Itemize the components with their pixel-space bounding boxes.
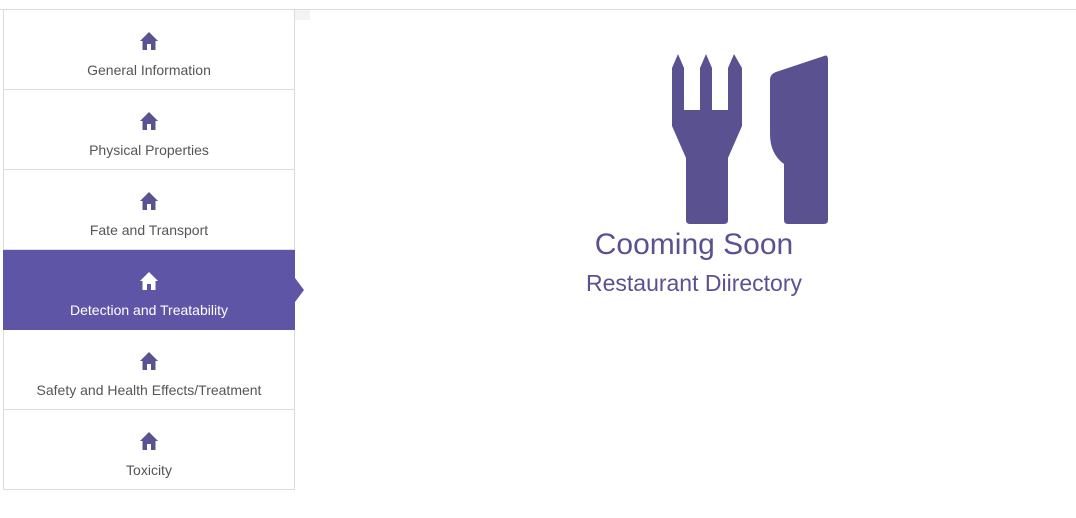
corner-tab [295,10,310,20]
fork-knife-icon [672,54,828,224]
home-icon [4,31,294,51]
sidebar-item-fate-and-transport[interactable]: Fate and Transport [3,170,295,250]
home-icon [4,351,294,371]
sidebar-item-label: Safety and Health Effects/Treatment [36,382,262,398]
home-icon [4,191,294,211]
sidebar-item-physical-properties[interactable]: Physical Properties [3,90,295,170]
home-icon [4,111,294,131]
sidebar-item-detection-and-treatability[interactable]: Detection and Treatability [3,250,304,330]
restaurant-directory-subtitle: Restaurant Diirectory [585,270,803,296]
home-icon [4,431,294,451]
sidebar-item-label: Fate and Transport [89,222,209,238]
sidebar-item-label: General Information [87,62,211,78]
home-icon [4,271,294,291]
sidebar-item-label: Detection and Treatability [70,302,228,318]
sidebar: General Information Physical Properties … [3,10,304,490]
sidebar-item-toxicity[interactable]: Toxicity [3,410,295,490]
sidebar-item-general-information[interactable]: General Information [3,10,295,90]
main-content: Cooming Soon Restaurant Diirectory [310,10,1076,518]
coming-soon-title: Cooming Soon [594,228,794,261]
sidebar-item-safety-and-health[interactable]: Safety and Health Effects/Treatment [3,330,295,410]
sidebar-item-label: Toxicity [126,462,172,478]
sidebar-item-label: Physical Properties [89,142,209,158]
